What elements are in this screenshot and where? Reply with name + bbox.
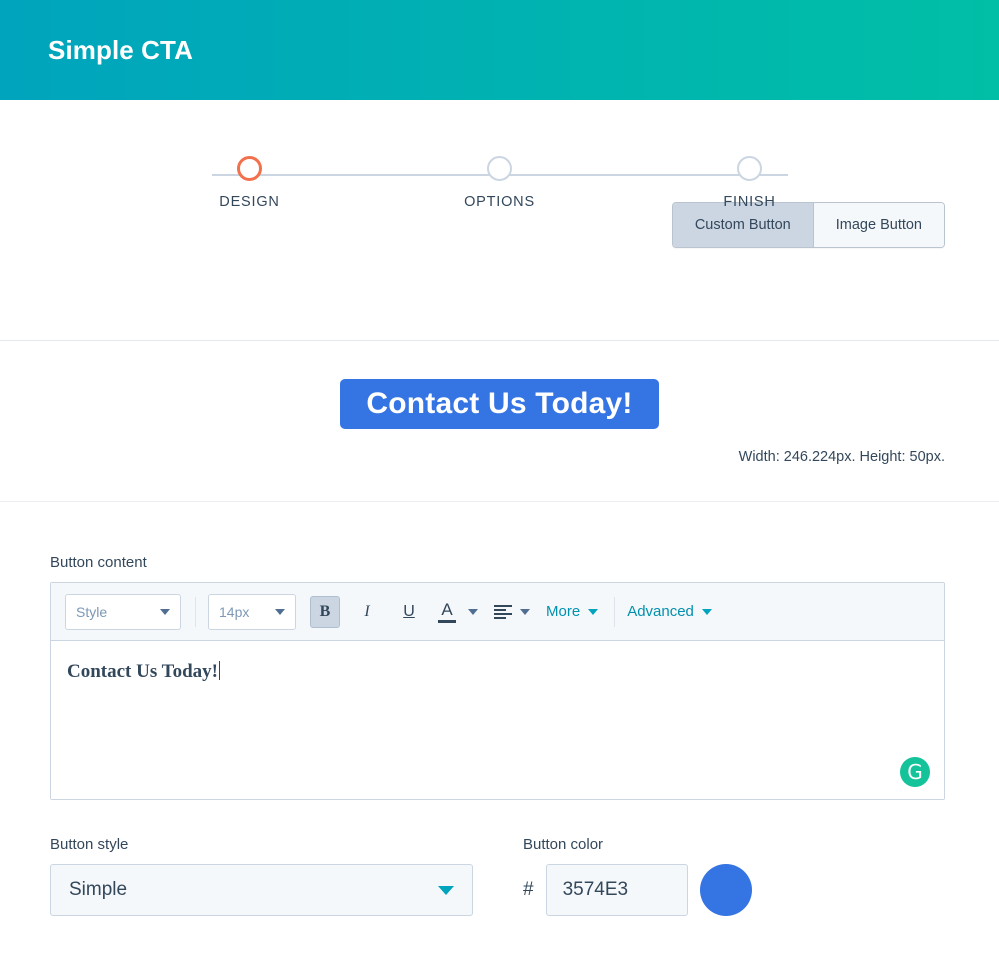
text-color-group: A [436,597,478,627]
text-color-icon: A [441,599,453,619]
font-size-dropdown[interactable]: 14px [208,593,296,630]
stepper-step-label: DESIGN [219,194,280,210]
button-style-field: Button style Simple [50,836,473,916]
align-group [494,604,530,619]
button-content-label: Button content [50,554,147,571]
cta-editor-page: Simple CTA DESIGN OPTIONS FINISH Custom … [0,0,999,956]
page-title: Simple CTA [48,34,193,65]
grammarly-icon[interactable]: G [900,757,930,787]
chevron-down-icon[interactable] [701,608,712,615]
style-and-color-row: Button style Simple Button color # [50,836,945,916]
cta-preview-button[interactable]: Contact Us Today! [340,379,659,429]
text-color-bar-icon [438,619,456,623]
advanced-dropdown-label[interactable]: Advanced [627,603,694,620]
more-group: More [546,603,599,620]
chevron-down-icon[interactable] [468,608,478,615]
stepper-step-label: FINISH [723,194,776,210]
button-color-swatch[interactable] [699,864,752,916]
align-left-icon[interactable] [494,604,512,619]
chevron-down-icon[interactable] [588,608,599,615]
more-dropdown-label[interactable]: More [546,603,580,620]
stepper-step-options[interactable]: OPTIONS [440,156,560,210]
step-circle-icon [737,156,762,181]
toolbar-divider [195,596,196,627]
cta-preview-section: Contact Us Today! Width: 246.224px. Heig… [0,341,999,501]
bold-button[interactable]: B [310,595,340,628]
chevron-down-icon [275,608,285,615]
button-style-label: Button style [50,836,129,853]
chevron-down-icon [160,608,170,615]
stepper-steps: DESIGN OPTIONS FINISH [190,156,810,210]
editor-toolbar: Style 14px B I U A More Advanced [51,583,944,641]
hash-prefix: # [523,879,534,900]
chevron-down-icon[interactable] [520,608,530,615]
image-button-tab[interactable]: Image Button [812,203,944,247]
style-dropdown-label: Style [76,603,108,620]
step-circle-icon [487,156,512,181]
italic-button[interactable]: I [352,596,382,628]
page-header: Simple CTA [0,0,999,100]
editor-text-value: Contact Us Today! [67,661,218,682]
text-cursor [218,661,221,680]
underline-button[interactable]: U [394,596,424,628]
button-style-value: Simple [69,879,128,900]
wizard-stepper-section: DESIGN OPTIONS FINISH Custom Button Imag… [0,100,999,340]
button-color-row: # [523,864,823,916]
font-size-label: 14px [219,603,250,620]
wizard-stepper: DESIGN OPTIONS FINISH [190,156,810,226]
cta-form: Button content Style 14px B I U A More A… [0,502,999,916]
button-style-select[interactable]: Simple [50,864,473,916]
button-color-label: Button color [523,836,604,853]
editor-content-area[interactable]: Contact Us Today! G [51,641,944,799]
toolbar-divider [614,596,616,627]
cta-preview-row: Contact Us Today! [0,379,999,429]
text-color-button[interactable]: A [436,597,458,627]
stepper-step-finish[interactable]: FINISH [690,156,810,210]
advanced-group: Advanced [627,603,712,620]
cta-dimensions-text: Width: 246.224px. Height: 50px. [738,449,945,465]
button-color-hex-input[interactable] [545,864,688,916]
stepper-step-label: OPTIONS [464,194,535,210]
rich-text-editor: Style 14px B I U A More Advanced Contact… [50,582,945,800]
step-circle-icon [237,156,262,181]
stepper-step-design[interactable]: DESIGN [190,156,310,210]
style-dropdown[interactable]: Style [65,593,181,630]
button-color-field: Button color # [523,836,823,916]
chevron-down-icon [438,885,454,895]
